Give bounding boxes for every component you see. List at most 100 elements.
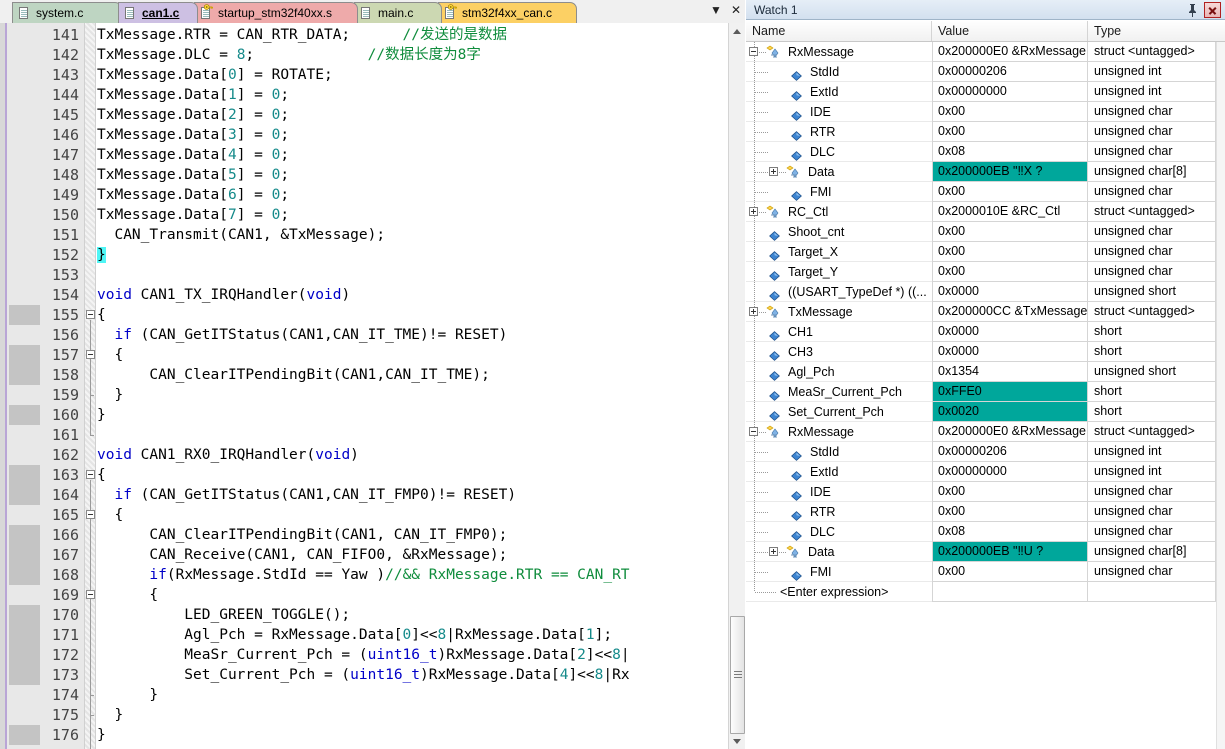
code-line[interactable]: }: [97, 685, 158, 705]
watch-row[interactable]: Data 0x200000EB "‼X ? unsigned char[8]: [746, 162, 1216, 182]
watch-variable-value[interactable]: 0x00: [932, 502, 1088, 522]
watch-row-name-cell[interactable]: Set_Current_Pch: [746, 402, 932, 422]
watch-variable-value[interactable]: 0xFFE0: [932, 382, 1088, 402]
watch-variable-value[interactable]: 0x00: [932, 562, 1088, 582]
watch-row-name-cell[interactable]: RTR: [746, 502, 932, 522]
code-line[interactable]: void CAN1_RX0_IRQHandler(void): [97, 445, 359, 465]
watch-row[interactable]: FMI 0x00 unsigned char: [746, 562, 1216, 582]
watch-row[interactable]: RTR 0x00 unsigned char: [746, 502, 1216, 522]
watch-row[interactable]: CH1 0x0000 short: [746, 322, 1216, 342]
scroll-up-button[interactable]: [729, 23, 745, 39]
watch-row-name-cell[interactable]: RTR: [746, 122, 932, 142]
tree-expander-plus[interactable]: [749, 307, 758, 316]
watch-variable-value[interactable]: 0x200000E0 &RxMessage: [932, 42, 1088, 62]
watch-row-name-cell[interactable]: ExtId: [746, 462, 932, 482]
watch-variable-value[interactable]: 0x0020: [932, 402, 1088, 422]
watch-row-name-cell[interactable]: ((USART_TypeDef *) ((...: [746, 282, 932, 302]
watch-row-name-cell[interactable]: FMI: [746, 182, 932, 202]
code-line[interactable]: if (CAN_GetITStatus(CAN1,CAN_IT_FMP0)!= …: [97, 485, 516, 505]
watch-vertical-scrollbar[interactable]: [1216, 42, 1225, 749]
editor-tab-can1-c[interactable]: can1.c: [118, 2, 198, 23]
watch-variable-value[interactable]: 0x0000: [932, 322, 1088, 342]
watch-variable-value[interactable]: 0x00: [932, 182, 1088, 202]
column-header-type[interactable]: Type: [1088, 21, 1225, 41]
fold-collapse-box[interactable]: [86, 310, 95, 319]
watch-row[interactable]: Shoot_cnt 0x00 unsigned char: [746, 222, 1216, 242]
tree-expander-plus[interactable]: [769, 547, 778, 556]
tree-expander-minus[interactable]: [749, 47, 758, 56]
watch-row-name-cell[interactable]: TxMessage: [746, 302, 932, 322]
editor-scrollbar-thumb[interactable]: [730, 616, 745, 734]
close-icon[interactable]: [1204, 2, 1221, 18]
code-line[interactable]: TxMessage.Data[5] = 0;: [97, 165, 289, 185]
code-line[interactable]: {: [97, 465, 106, 485]
code-line[interactable]: }: [97, 725, 106, 745]
watch-variable-value[interactable]: 0x200000EB "‼X ?: [932, 162, 1088, 182]
watch-variable-value[interactable]: 0x1354: [932, 362, 1088, 382]
watch-variable-value[interactable]: 0x00000000: [932, 82, 1088, 102]
watch-row[interactable]: Target_Y 0x00 unsigned char: [746, 262, 1216, 282]
watch-row-name-cell[interactable]: MeaSr_Current_Pch: [746, 382, 932, 402]
watch-row[interactable]: TxMessage 0x200000CC &TxMessage struct <un…: [746, 302, 1216, 322]
watch-row[interactable]: Target_X 0x00 unsigned char: [746, 242, 1216, 262]
watch-row[interactable]: Agl_Pch 0x1354 unsigned short: [746, 362, 1216, 382]
watch-row-name-cell[interactable]: StdId: [746, 442, 932, 462]
code-line[interactable]: TxMessage.Data[7] = 0;: [97, 205, 289, 225]
watch-row-name-cell[interactable]: Target_X: [746, 242, 932, 262]
editor-tab-system-c[interactable]: system.c: [12, 2, 122, 23]
code-line[interactable]: TxMessage.Data[2] = 0;: [97, 105, 289, 125]
code-line[interactable]: MeaSr_Current_Pch = (uint16_t)RxMessage.…: [97, 645, 629, 665]
watch-row-name-cell[interactable]: Data: [746, 542, 932, 562]
watch-variable-value[interactable]: 0x0000: [932, 282, 1088, 302]
watch-row[interactable]: StdId 0x00000206 unsigned int: [746, 442, 1216, 462]
fold-collapse-box[interactable]: [86, 470, 95, 479]
watch-new-expression-row[interactable]: <Enter expression>: [746, 582, 1216, 602]
close-document-icon[interactable]: ✕: [731, 3, 741, 17]
watch-row[interactable]: Set_Current_Pch 0x0020 short: [746, 402, 1216, 422]
tab-list-dropdown-icon[interactable]: ▼: [710, 3, 722, 17]
watch-row-name-cell[interactable]: RxMessage: [746, 42, 932, 62]
watch-row-name-cell[interactable]: CH3: [746, 342, 932, 362]
code-line[interactable]: {: [97, 345, 123, 365]
watch-variable-value[interactable]: 0x00000206: [932, 62, 1088, 82]
watch-row-name-cell[interactable]: CH1: [746, 322, 932, 342]
watch-variable-value[interactable]: 0x00: [932, 222, 1088, 242]
watch-row-name-cell[interactable]: RxMessage: [746, 422, 932, 442]
watch-variable-value[interactable]: 0x08: [932, 522, 1088, 542]
watch-row-name-cell[interactable]: DLC: [746, 142, 932, 162]
code-line[interactable]: }: [97, 405, 106, 425]
watch-rows-container[interactable]: RxMessage 0x200000E0 &RxMessage struct <un…: [746, 42, 1225, 749]
watch-variable-value[interactable]: 0x00: [932, 242, 1088, 262]
fold-collapse-box[interactable]: [86, 590, 95, 599]
code-line[interactable]: TxMessage.Data[4] = 0;: [97, 145, 289, 165]
tree-expander-plus[interactable]: [769, 167, 778, 176]
editor-vertical-scrollbar[interactable]: [728, 23, 745, 749]
watch-row[interactable]: IDE 0x00 unsigned char: [746, 482, 1216, 502]
enter-expression-label[interactable]: <Enter expression>: [780, 582, 888, 601]
watch-row-name-cell[interactable]: IDE: [746, 482, 932, 502]
watch-row-name-cell[interactable]: Shoot_cnt: [746, 222, 932, 242]
watch-row-name-cell[interactable]: DLC: [746, 522, 932, 542]
code-line[interactable]: }: [97, 385, 123, 405]
code-line[interactable]: {: [97, 585, 158, 605]
watch-variable-value[interactable]: 0x200000E0 &RxMessage: [932, 422, 1088, 442]
watch-row[interactable]: ExtId 0x00000000 unsigned int: [746, 462, 1216, 482]
code-line[interactable]: CAN_Receive(CAN1, CAN_FIFO0, &RxMessage)…: [97, 545, 507, 565]
watch-variable-value[interactable]: 0x00000206: [932, 442, 1088, 462]
watch-row[interactable]: ExtId 0x00000000 unsigned int: [746, 82, 1216, 102]
watch-row-name-cell[interactable]: ExtId: [746, 82, 932, 102]
watch-variable-value[interactable]: 0x00: [932, 122, 1088, 142]
watch-variable-value[interactable]: 0x08: [932, 142, 1088, 162]
column-header-name[interactable]: Name: [746, 21, 932, 41]
code-folding-margin[interactable]: [84, 23, 96, 749]
watch-row-name-cell[interactable]: Agl_Pch: [746, 362, 932, 382]
watch-row-name-cell[interactable]: IDE: [746, 102, 932, 122]
code-line[interactable]: CAN_ClearITPendingBit(CAN1,CAN_IT_TME);: [97, 365, 489, 385]
watch-row-name-cell[interactable]: Data: [746, 162, 932, 182]
watch-row-name-cell[interactable]: RC_Ctl: [746, 202, 932, 222]
watch-row-name-cell[interactable]: <Enter expression>: [746, 582, 932, 602]
pin-icon[interactable]: [1186, 3, 1199, 17]
code-line[interactable]: TxMessage.Data[6] = 0;: [97, 185, 289, 205]
watch-row[interactable]: RTR 0x00 unsigned char: [746, 122, 1216, 142]
watch-row[interactable]: DLC 0x08 unsigned char: [746, 522, 1216, 542]
